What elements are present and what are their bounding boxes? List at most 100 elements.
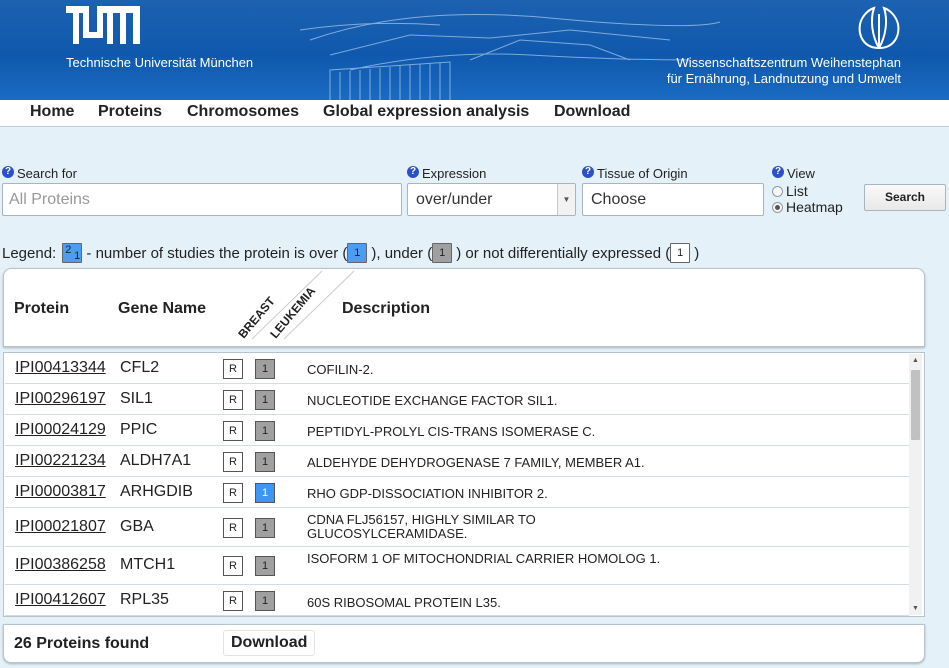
- leukemia-badge[interactable]: 1: [255, 359, 275, 379]
- help-icon[interactable]: ?: [582, 166, 594, 178]
- help-icon[interactable]: ?: [2, 166, 14, 178]
- table-row: IPI00003817 ARHGDIB R 1 RHO GDP-DISSOCIA…: [5, 477, 909, 508]
- help-icon[interactable]: ?: [407, 166, 419, 178]
- expression-select-value: over/under: [416, 190, 493, 208]
- faculty-name: Wissenschaftszentrum Weihenstephan für E…: [667, 55, 901, 87]
- legend-text3: ) or not differentially expressed (: [456, 244, 671, 262]
- leukemia-badge[interactable]: 1: [255, 452, 275, 472]
- leukemia-badge[interactable]: 1: [255, 390, 275, 410]
- description: CDNA FLJ56157, HIGHLY SIMILAR TO GLUCOSY…: [307, 512, 536, 541]
- gene-name: SIL1: [120, 390, 153, 407]
- breast-badge[interactable]: R: [223, 518, 243, 538]
- legend-text2: ), under (: [371, 244, 433, 262]
- leukemia-badge[interactable]: 1: [255, 483, 275, 503]
- table-footer: 26 Proteins found Download: [3, 624, 925, 663]
- legend-none-chip: 1: [670, 243, 691, 263]
- search-input[interactable]: All Proteins: [2, 183, 402, 216]
- description: ISOFORM 1 OF MITOCHONDRIAL CARRIER HOMOL…: [307, 551, 661, 566]
- wzw-logo-icon: [858, 6, 900, 50]
- table-row: IPI00021807 GBA R 1 CDNA FLJ56157, HIGHL…: [5, 508, 909, 547]
- nav-home[interactable]: Home: [30, 103, 74, 121]
- view-label: ? View: [772, 166, 815, 181]
- table-scrollbar[interactable]: ▲ ▼: [909, 354, 922, 615]
- leukemia-badge[interactable]: 1: [255, 591, 275, 611]
- search-for-label: ? Search for: [2, 166, 77, 181]
- legend-over-chip: 1: [347, 243, 368, 263]
- breast-badge[interactable]: R: [223, 390, 243, 410]
- gene-name: PPIC: [120, 421, 158, 438]
- chevron-down-icon[interactable]: ▼: [557, 184, 575, 215]
- description: RHO GDP-DISSOCIATION INHIBITOR 2.: [307, 486, 548, 501]
- table-row: IPI00412607 RPL35 R 1 60S RIBOSOMAL PROT…: [5, 585, 909, 616]
- legend-prefix: Legend:: [2, 244, 57, 262]
- radio-heatmap[interactable]: [772, 201, 783, 213]
- breast-badge[interactable]: R: [223, 591, 243, 611]
- protein-table: IPI00413344 CFL2 R 1 COFILIN-2. IPI00296…: [3, 352, 925, 617]
- table-row: IPI00296197 SIL1 R 1 NUCLEOTIDE EXCHANGE…: [5, 384, 909, 415]
- description: PEPTIDYL-PROLYL CIS-TRANS ISOMERASE C.: [307, 424, 596, 439]
- scroll-up-icon[interactable]: ▲: [909, 354, 922, 367]
- university-name: Technische Universität München: [66, 55, 254, 70]
- description: NUCLEOTIDE EXCHANGE FACTOR SIL1.: [307, 393, 558, 408]
- tum-logo-icon: [66, 6, 140, 44]
- protein-id-link[interactable]: IPI00021807: [15, 518, 106, 536]
- search-button[interactable]: Search: [864, 184, 946, 211]
- protein-id-link[interactable]: IPI00296197: [15, 390, 106, 408]
- breast-badge[interactable]: R: [223, 556, 243, 576]
- protein-id-link[interactable]: IPI00221234: [15, 452, 106, 470]
- nav-download[interactable]: Download: [554, 103, 630, 121]
- nav-proteins[interactable]: Proteins: [98, 103, 162, 121]
- nav-chromosomes[interactable]: Chromosomes: [187, 103, 299, 121]
- legend-sample-chip: 21: [62, 243, 83, 263]
- protein-id-link[interactable]: IPI00413344: [15, 359, 106, 377]
- view-label-text: View: [787, 166, 815, 181]
- legend-sample-under: 1: [74, 250, 81, 262]
- table-row: IPI00386258 MTCH1 R 1 ISOFORM 1 OF MITOC…: [5, 547, 909, 585]
- protein-id-link[interactable]: IPI00412607: [15, 591, 106, 609]
- leukemia-badge[interactable]: 1: [255, 518, 275, 538]
- results-count: 26 Proteins found: [14, 635, 150, 652]
- protein-id-link[interactable]: IPI00003817: [15, 483, 106, 501]
- table-row: IPI00221234 ALDH7A1 R 1 ALDEHYDE DEHYDRO…: [5, 446, 909, 477]
- description: ALDEHYDE DEHYDROGENASE 7 FAMILY, MEMBER …: [307, 455, 645, 470]
- main-nav: Home Proteins Chromosomes Global express…: [0, 100, 949, 127]
- gene-name: ARHGDIB: [120, 483, 193, 500]
- leukemia-badge[interactable]: 1: [255, 556, 275, 576]
- faculty-name-line2: für Ernährung, Landnutzung und Umwelt: [666, 71, 901, 86]
- column-header-gene-name[interactable]: Gene Name: [118, 300, 206, 318]
- breast-badge[interactable]: R: [223, 421, 243, 441]
- description: 60S RIBOSOMAL PROTEIN L35.: [307, 595, 501, 610]
- column-header-description[interactable]: Description: [342, 300, 430, 318]
- expression-label: ? Expression: [407, 166, 486, 181]
- radio-list[interactable]: [772, 185, 783, 197]
- breast-badge[interactable]: R: [223, 452, 243, 472]
- scroll-down-icon[interactable]: ▼: [909, 602, 922, 615]
- search-for-label-text: Search for: [17, 166, 77, 181]
- column-header-protein[interactable]: Protein: [14, 300, 69, 318]
- view-heatmap-option[interactable]: Heatmap: [772, 199, 843, 215]
- gene-name: MTCH1: [120, 556, 176, 573]
- table-row: IPI00024129 PPIC R 1 PEPTIDYL-PROLYL CIS…: [5, 415, 909, 446]
- legend: Legend: 21 - number of studies the prote…: [2, 243, 699, 263]
- leukemia-badge[interactable]: 1: [255, 421, 275, 441]
- table-row: IPI00413344 CFL2 R 1 COFILIN-2.: [5, 353, 909, 384]
- legend-text4: ): [694, 244, 700, 262]
- gene-name: CFL2: [120, 359, 160, 376]
- gene-name: ALDH7A1: [120, 452, 192, 469]
- scroll-thumb[interactable]: [911, 370, 920, 440]
- gene-name: RPL35: [120, 591, 169, 608]
- legend-text1: - number of studies the protein is over …: [82, 244, 348, 262]
- breast-badge[interactable]: R: [223, 483, 243, 503]
- view-list-label: List: [786, 183, 808, 199]
- breast-badge[interactable]: R: [223, 359, 243, 379]
- view-list-option[interactable]: List: [772, 183, 808, 199]
- expression-select[interactable]: over/under ▼: [407, 183, 576, 216]
- tissue-select[interactable]: Choose: [582, 183, 764, 216]
- help-icon[interactable]: ?: [772, 166, 784, 178]
- download-button[interactable]: Download: [223, 630, 316, 656]
- legend-under-chip: 1: [432, 243, 453, 263]
- nav-global-expression-analysis[interactable]: Global expression analysis: [323, 103, 529, 121]
- protein-id-link[interactable]: IPI00386258: [15, 556, 106, 574]
- view-heatmap-label: Heatmap: [786, 199, 843, 215]
- protein-id-link[interactable]: IPI00024129: [15, 421, 106, 439]
